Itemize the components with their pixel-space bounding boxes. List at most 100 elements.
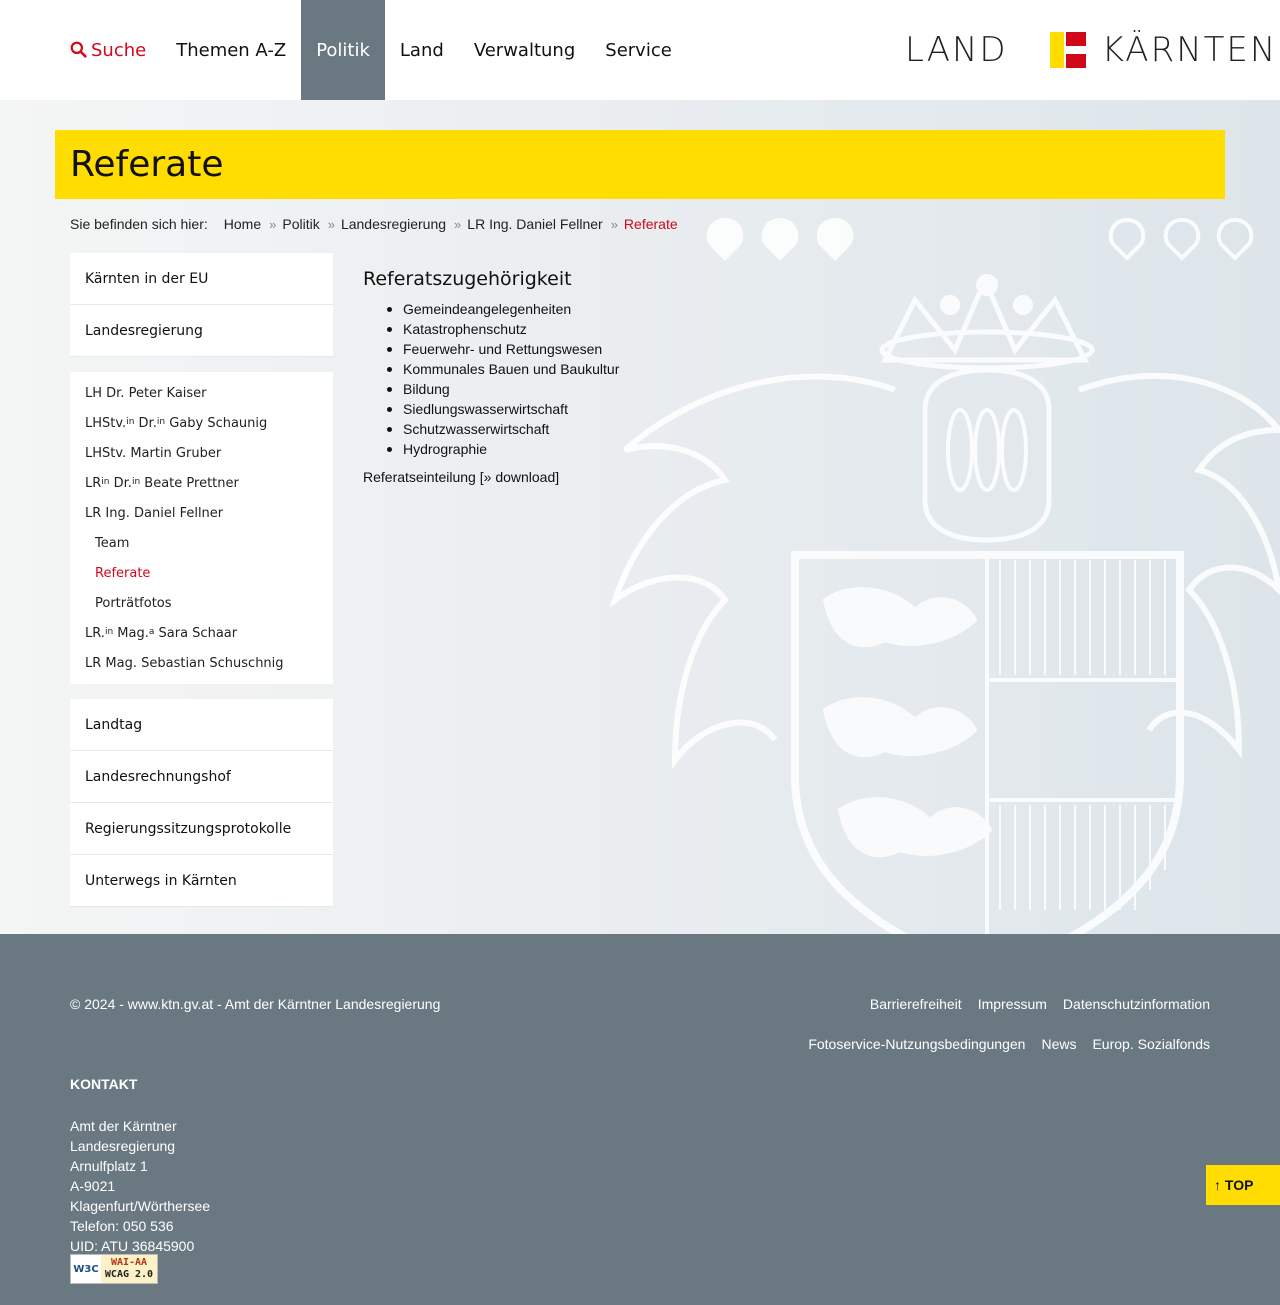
sidebar-subitem-label: LR <box>85 475 102 491</box>
header: Suche Themen A-Z Politik Land Verwaltung… <box>0 0 1280 100</box>
search-icon <box>70 41 87 58</box>
breadcrumb-politik[interactable]: Politik <box>282 216 319 232</box>
sidebar-subitem-label: Beate Prettner <box>140 475 239 491</box>
breadcrumb-prefix: Sie befinden sich hier: <box>70 216 208 232</box>
chevron-double-right-icon: » <box>269 216 277 232</box>
sidebar-subitem-label: Gaby Schaunig <box>165 415 268 431</box>
superscript: in <box>104 627 114 637</box>
logo-kaernten: KÄRNTEN <box>1101 30 1278 70</box>
sidebar-subitem-gruber[interactable]: LHStv. Martin Gruber <box>70 438 333 468</box>
sidebar-item-landesregierung[interactable]: Landesregierung <box>70 305 333 357</box>
list-item: Siedlungswasserwirtschaft <box>387 399 963 419</box>
superscript: in <box>101 477 110 487</box>
superscript: in <box>131 477 141 487</box>
sidebar-subitem-schuschnig[interactable]: LR Mag. Sebastian Schuschnig <box>70 648 333 678</box>
footer-links-row1: Barrierefreiheit Impressum Datenschutzin… <box>870 996 1210 1012</box>
sidebar-subitem-label: LR. <box>85 625 105 641</box>
sidebar-subitem-fellner[interactable]: LR Ing. Daniel Fellner <box>70 498 333 528</box>
download-link[interactable]: » download <box>484 469 556 485</box>
nav-search[interactable]: Suche <box>55 0 161 100</box>
footer-link-impressum[interactable]: Impressum <box>978 996 1047 1012</box>
sidebar-subitem-label: Sara Schaar <box>154 625 238 641</box>
sidebar-subitem-schaunig[interactable]: LHStv. in Dr. in Gaby Schaunig <box>70 408 333 438</box>
kontakt-line: Arnulfplatz 1 <box>70 1158 148 1174</box>
footer-copyright: © 2024 - www.ktn.gv.at - Amt der Kärntne… <box>70 996 441 1012</box>
logo[interactable]: LAND KÄRNTEN <box>905 30 1277 70</box>
sidebar-subitem-label: LHStv. <box>85 415 127 431</box>
logo-land: LAND <box>905 30 1008 70</box>
breadcrumb-landesregierung[interactable]: Landesregierung <box>341 216 446 232</box>
referate-list: Gemeindeangelegenheiten Katastrophenschu… <box>387 299 963 459</box>
footer-link-barrierefreiheit[interactable]: Barrierefreiheit <box>870 996 962 1012</box>
footer-link-datenschutz[interactable]: Datenschutzinformation <box>1063 996 1210 1012</box>
list-item: Schutzwasserwirtschaft <box>387 419 963 439</box>
superscript: in <box>156 417 166 427</box>
page-title: Referate <box>70 144 224 185</box>
wcag-line2: WCAG 2.0 <box>104 1269 154 1280</box>
breadcrumb-fellner[interactable]: LR Ing. Daniel Fellner <box>467 216 602 232</box>
nav-search-label: Suche <box>91 39 147 61</box>
sidebar-item-unterwegs[interactable]: Unterwegs in Kärnten <box>70 855 333 907</box>
logo-mark-icon <box>1049 32 1086 68</box>
list-item: Hydrographie <box>387 439 963 459</box>
kontakt-line: UID: ATU 36845900 <box>70 1238 195 1254</box>
sidebar-subitem-team[interactable]: Team <box>70 528 333 558</box>
chevron-double-right-icon: » <box>454 216 462 232</box>
back-to-top-button[interactable]: ↑ TOP <box>1206 1165 1280 1205</box>
superscript: in <box>126 417 135 427</box>
sidebar-item-regierungssitzungsprotokolle[interactable]: Regierungssitzungsprotokolle <box>70 803 333 855</box>
kontakt-line: Klagenfurt/Wörthersee <box>70 1198 211 1214</box>
nav-politik[interactable]: Politik <box>301 0 385 100</box>
w3c-logo-icon: W3C <box>73 1263 99 1275</box>
sidebar-subitem-kaiser[interactable]: LH Dr. Peter Kaiser <box>70 378 333 408</box>
list-item: Bildung <box>387 379 963 399</box>
breadcrumb: Sie befinden sich hier: Home » Politik »… <box>70 214 678 234</box>
kontakt-line: Amt der Kärntner <box>70 1118 177 1134</box>
sidebar-item-landesrechnungshof[interactable]: Landesrechnungshof <box>70 751 333 803</box>
kontakt-line: Telefon: 050 536 <box>70 1218 174 1234</box>
list-item: Gemeindeangelegenheiten <box>387 299 963 319</box>
list-item: Kommunales Bauen und Baukultur <box>387 359 963 379</box>
footer-link-sozialfonds[interactable]: Europ. Sozialfonds <box>1092 1036 1210 1052</box>
breadcrumb-home[interactable]: Home <box>224 216 261 232</box>
sidebar-subitem-label: Mag. <box>113 625 149 641</box>
wcag-label: WAI-AA WCAG 2.0 <box>101 1255 157 1283</box>
download-text: Referatseinteilung [ <box>363 469 484 485</box>
sidebar-subitem-label: Dr. <box>109 475 132 491</box>
footer: © 2024 - www.ktn.gv.at - Amt der Kärntne… <box>0 934 1280 1305</box>
sidebar-subitem-schaar[interactable]: LR. in Mag. a Sara Schaar <box>70 618 333 648</box>
chevron-double-right-icon: » <box>610 216 618 232</box>
sidebar-subitem-portraet[interactable]: Porträtfotos <box>70 588 333 618</box>
download-line: Referatseinteilung [» download] <box>363 469 963 485</box>
sidebar-submenu: LH Dr. Peter Kaiser LHStv. in Dr. in Gaby … <box>70 372 333 684</box>
sidebar-item-landtag[interactable]: Landtag <box>70 699 333 751</box>
breadcrumb-referate[interactable]: Referate <box>624 216 678 232</box>
sidebar-subitem-referate[interactable]: Referate <box>70 558 333 588</box>
superscript: a <box>148 627 155 637</box>
list-item: Feuerwehr- und Rettungswesen <box>387 339 963 359</box>
kontakt-line: A-9021 <box>70 1178 116 1194</box>
content-heading: Referatszugehörigkeit <box>363 268 572 290</box>
wcag-line1: WAI-AA <box>110 1257 148 1268</box>
sidebar-item-kaernten-eu[interactable]: Kärnten in der EU <box>70 253 333 305</box>
footer-links-row2: Fotoservice-Nutzungsbedingungen News Eur… <box>808 1036 1210 1052</box>
title-bar: Referate <box>55 130 1225 199</box>
wcag-badge[interactable]: W3C WAI-AA WCAG 2.0 <box>70 1254 158 1284</box>
sidebar: Kärnten in der EU Landesregierung LH Dr.… <box>70 253 333 907</box>
nav-verwaltung[interactable]: Verwaltung <box>459 0 590 100</box>
list-item: Katastrophenschutz <box>387 319 963 339</box>
sidebar-subitem-prettner[interactable]: LR in Dr. in Beate Prettner <box>70 468 333 498</box>
main-nav: Suche Themen A-Z Politik Land Verwaltung… <box>55 0 687 100</box>
download-close: ] <box>555 469 560 485</box>
chevron-double-right-icon: » <box>327 216 335 232</box>
footer-link-fotoservice[interactable]: Fotoservice-Nutzungsbedingungen <box>808 1036 1025 1052</box>
kontakt-heading: KONTAKT <box>70 1076 138 1092</box>
nav-land[interactable]: Land <box>385 0 459 100</box>
main-content: Referatszugehörigkeit Gemeindeangelegenh… <box>363 268 963 485</box>
kontakt-line: Landesregierung <box>70 1138 176 1154</box>
footer-link-news[interactable]: News <box>1041 1036 1076 1052</box>
sidebar-subitem-label: Dr. <box>134 415 157 431</box>
kontakt-address: Amt der Kärntner Landesregierung Arnulfp… <box>70 1116 210 1256</box>
nav-themen[interactable]: Themen A-Z <box>161 0 301 100</box>
nav-service[interactable]: Service <box>590 0 687 100</box>
